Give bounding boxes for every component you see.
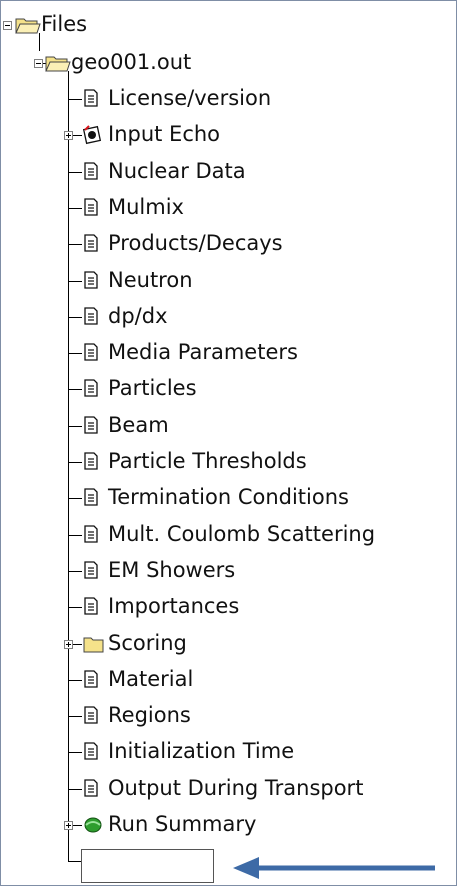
document-icon [84,343,98,361]
tree-connector [68,571,82,572]
tree-node-label: Initialization Time [108,739,295,763]
document-icon [84,89,98,107]
document-icon [84,452,98,470]
document-icon [84,706,98,724]
folder-icon [83,637,104,653]
tree-node-label: Nuclear Data [108,159,246,183]
run-summary-icon [84,817,102,833]
document-icon [84,416,98,434]
tree-node-label: dp/dx [108,304,168,328]
document-icon [84,742,98,760]
tree-node-label: Particles [108,376,197,400]
tree-node-mult-coulomb-scattering[interactable]: Mult. Coulomb Scattering [1,517,451,553]
tree-connector [68,172,82,173]
tree-node-label: Files [41,12,88,36]
tree-node-label: geo001.out [71,50,192,74]
document-icon [84,597,98,615]
tree-node-label: Neutron [108,268,193,292]
document-icon [84,561,98,579]
error-highlight-box [81,849,214,883]
tree-node-mulmix[interactable]: Mulmix [1,190,451,226]
tree-node-products-decays[interactable]: Products/Decays [1,226,451,262]
tree-connector [68,208,82,209]
document-icon [84,488,98,506]
tree-node-label: Input Echo [108,122,221,146]
tree-connector [68,861,82,862]
tree-node-label: Termination Conditions [108,485,349,509]
tree-node-media-parameters[interactable]: Media Parameters [1,335,451,371]
tree-connector [68,244,82,245]
tree-connector [68,789,82,790]
collapse-icon[interactable] [34,59,43,68]
tree-connector [68,99,82,100]
tree-node-files[interactable]: Files [1,7,201,43]
document-icon [84,271,98,289]
file-tree-panel: Files geo001.out License/version Input Ec… [0,0,457,886]
tree-node-scoring[interactable]: Scoring [1,626,451,662]
document-icon [84,234,98,252]
tree-node-label: Material [108,667,194,691]
tree-connector [68,607,82,608]
tree-node-em-showers[interactable]: EM Showers [1,553,451,589]
tree-node-beam[interactable]: Beam [1,408,451,444]
tree-node-importances[interactable]: Importances [1,589,451,625]
tree-node-label: Importances [108,594,240,618]
tree-node-particle-thresholds[interactable]: Particle Thresholds [1,444,451,480]
collapse-icon[interactable] [3,21,12,30]
tree-connector [68,752,82,753]
tree-node-label: License/version [108,86,272,110]
tree-connector [68,426,82,427]
tree-node-license-version[interactable]: License/version [1,81,451,117]
tree-connector [68,462,82,463]
document-icon [84,779,98,797]
expand-icon[interactable] [64,821,73,830]
tree-node-material[interactable]: Material [1,662,451,698]
document-icon [84,525,98,543]
tree-connector [68,680,82,681]
tree-node-termination-conditions[interactable]: Termination Conditions [1,480,451,516]
tree-connector [68,498,82,499]
tree-node-nuclear-data[interactable]: Nuclear Data [1,154,451,190]
expand-icon[interactable] [64,640,73,649]
document-icon [84,670,98,688]
tree-node-geo001[interactable]: geo001.out [1,45,261,81]
document-icon [84,198,98,216]
tree-node-label: Media Parameters [108,340,298,364]
tree-node-dp-dx[interactable]: dp/dx [1,299,451,335]
open-folder-icon [45,56,71,72]
tree-node-regions[interactable]: Regions [1,698,451,734]
tree-node-label: Particle Thresholds [108,449,307,473]
tree-connector [68,535,82,536]
tree-node-run-summary[interactable]: Run Summary [1,807,451,843]
tree-node-label: Mult. Coulomb Scattering [108,522,376,546]
open-folder-icon [15,18,41,34]
tree-node-initialization-time[interactable]: Initialization Time [1,734,451,770]
tree-connector [68,317,82,318]
tree-node-particles[interactable]: Particles [1,371,451,407]
tree-connector [68,281,82,282]
tree-node-label: Output During Transport [108,776,364,800]
tree-node-input-echo[interactable]: Input Echo [1,117,451,153]
input-echo-icon [83,125,102,145]
tree-node-label: Beam [108,413,169,437]
tree-node-neutron[interactable]: Neutron [1,263,451,299]
tree-connector [68,389,82,390]
tree-connector [68,353,82,354]
tree-node-label: Mulmix [108,195,184,219]
tree-connector [68,716,82,717]
document-icon [84,307,98,325]
tree-node-label: Run Summary [108,812,257,836]
tree-node-label: EM Showers [108,558,236,582]
document-icon [84,379,98,397]
document-icon [84,162,98,180]
tree-node-label: Scoring [108,631,187,655]
tree-node-label: Products/Decays [108,231,283,255]
expand-icon[interactable] [64,131,73,140]
arrow-pointer-icon [233,857,435,879]
tree-node-label: Regions [108,703,191,727]
tree-node-output-during-transport[interactable]: Output During Transport [1,771,451,807]
